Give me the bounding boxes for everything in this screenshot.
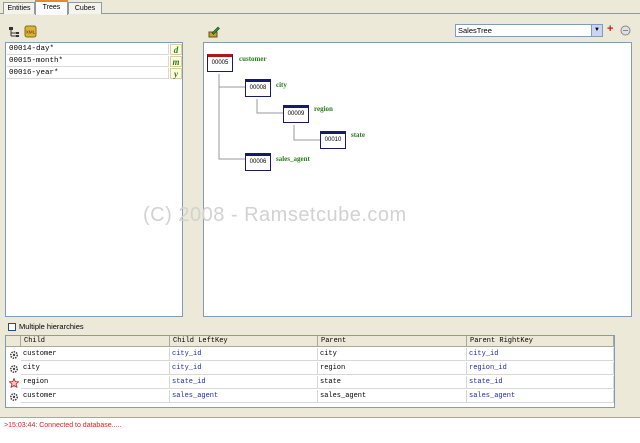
tree-node-city[interactable]: 00008 <box>245 79 271 97</box>
column-header-parent[interactable]: Parent <box>318 336 467 347</box>
chevron-down-icon[interactable]: ▼ <box>591 25 602 36</box>
table-cell[interactable]: city <box>318 348 467 361</box>
list-item[interactable]: 00014-day* <box>7 44 169 55</box>
gear-icon <box>9 392 19 402</box>
svg-text:XML: XML <box>26 30 36 35</box>
table-cell[interactable]: state_id <box>467 376 614 389</box>
table-cell[interactable]: sales_agent <box>467 390 614 403</box>
multiple-hierarchies-checkbox[interactable] <box>8 323 16 331</box>
node-label: region <box>314 105 333 113</box>
table-cell[interactable]: region_id <box>467 362 614 375</box>
level-badge: m <box>170 56 182 67</box>
table-cell[interactable]: city_id <box>467 348 614 361</box>
log-message: >15:03:44: Connected to database..... <box>4 422 122 429</box>
node-label: sales_agent <box>276 155 310 163</box>
tree-select[interactable]: SalesTree ▼ <box>455 24 603 37</box>
grid-header-corner <box>6 336 21 347</box>
node-label: customer <box>239 55 267 63</box>
tree-hierarchy-icon[interactable] <box>8 26 20 38</box>
table-cell[interactable]: sales_agent <box>170 390 318 403</box>
tab-bar: Entities Trees Cubes <box>0 0 640 15</box>
node-label: city <box>276 81 287 89</box>
table-cell[interactable]: region <box>21 376 170 389</box>
table-cell[interactable]: city <box>21 362 170 375</box>
hierarchy-grid: Child Child LeftKey Parent Parent RightK… <box>5 335 615 408</box>
tree-canvas[interactable]: 00005 customer 00008 city 00009 region 0… <box>203 42 632 317</box>
watermark: (C) 2008 - Ramsetcube.com <box>143 204 407 226</box>
table-cell[interactable]: state_id <box>170 376 318 389</box>
column-header-child[interactable]: Child <box>21 336 170 347</box>
table-cell[interactable]: city_id <box>170 362 318 375</box>
table-cell[interactable]: customer <box>21 348 170 361</box>
column-header-parent-rightkey[interactable]: Parent RightKey <box>467 336 614 347</box>
table-cell[interactable]: sales_agent <box>318 390 467 403</box>
list-item[interactable]: 00016-year* <box>7 68 169 79</box>
tab-entities[interactable]: Entities <box>3 2 35 14</box>
node-label: state <box>351 131 365 139</box>
add-icon[interactable]: + <box>607 23 613 35</box>
tree-node-customer[interactable]: 00005 <box>207 54 233 72</box>
edit-icon[interactable] <box>208 26 220 38</box>
levels-list: 00014-day* d 00015-month* m 00016-year* … <box>5 42 183 317</box>
tree-select-value: SalesTree <box>458 26 492 35</box>
tab-cubes[interactable]: Cubes <box>68 2 102 14</box>
tree-node-sales-agent[interactable]: 00006 <box>245 153 271 171</box>
log-panel: >15:03:44: Connected to database..... <box>0 417 640 443</box>
gear-icon <box>9 350 19 360</box>
star-icon <box>9 378 19 388</box>
list-item[interactable]: 00015-month* <box>7 56 169 67</box>
tab-trees[interactable]: Trees <box>35 0 68 15</box>
multiple-hierarchies-label: Multiple hierarchies <box>19 322 84 331</box>
table-cell[interactable]: region <box>318 362 467 375</box>
tree-node-state[interactable]: 00010 <box>320 131 346 149</box>
tree-node-region[interactable]: 00009 <box>283 105 309 123</box>
level-badge: y <box>170 68 182 79</box>
xml-icon[interactable]: XML <box>24 25 37 38</box>
table-cell[interactable]: city_id <box>170 348 318 361</box>
table-cell[interactable]: customer <box>21 390 170 403</box>
table-cell[interactable]: state <box>318 376 467 389</box>
remove-icon[interactable] <box>620 25 631 36</box>
level-badge: d <box>170 44 182 55</box>
column-header-child-leftkey[interactable]: Child LeftKey <box>170 336 318 347</box>
gear-icon <box>9 364 19 374</box>
